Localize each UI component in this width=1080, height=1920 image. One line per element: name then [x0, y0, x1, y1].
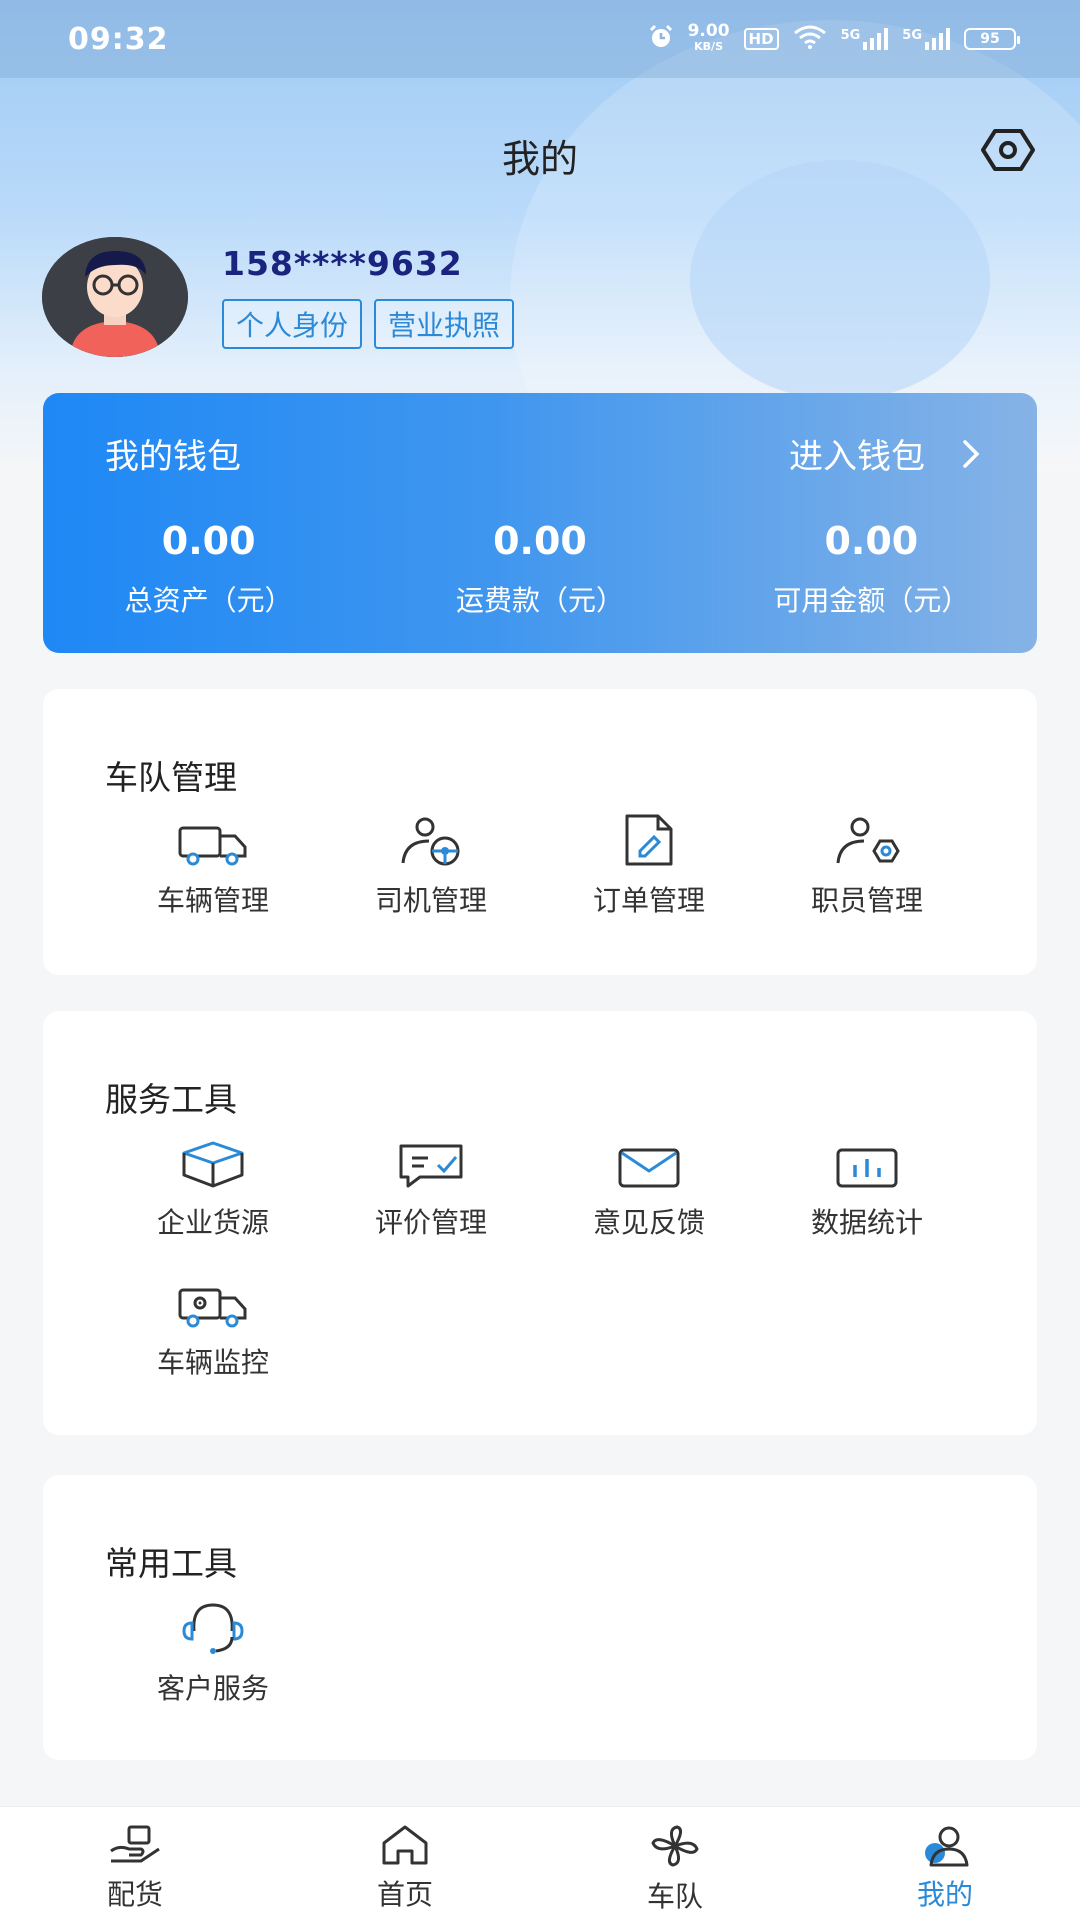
signal-2: 5G: [902, 28, 950, 50]
wallet-stat-label: 运费款（元）: [455, 584, 624, 617]
service-item-label: 车辆监控: [156, 1346, 269, 1379]
tab-label: 首页: [376, 1878, 433, 1911]
fleet-item-label: 职员管理: [810, 884, 923, 917]
truck-icon: [178, 826, 247, 866]
wallet-stat-label: 可用金额（元）: [773, 584, 970, 617]
tag-personal-identity[interactable]: 个人身份: [222, 299, 363, 349]
service-item-statistics[interactable]: 数据统计: [767, 1131, 967, 1241]
common-tools-title: 常用工具: [105, 1544, 237, 1583]
wallet-card[interactable]: 我的钱包 进入钱包 0.00 总资产（元） 0.00 运费款（元） 0.00 可…: [43, 393, 1037, 653]
settings-button[interactable]: [980, 126, 1036, 174]
avatar[interactable]: [42, 237, 188, 357]
battery-level: 95: [980, 31, 1000, 47]
tab-label: 配货: [106, 1878, 163, 1911]
wallet-stat-label: 总资产（元）: [124, 584, 293, 617]
common-item-label: 客户服务: [156, 1672, 269, 1705]
wifi-icon: [793, 25, 827, 54]
service-item-label: 意见反馈: [592, 1206, 705, 1239]
cargo-box-icon: [182, 1141, 244, 1188]
signal-bars-icon: [925, 28, 950, 50]
mail-icon: [618, 1148, 680, 1188]
chevron-right-icon: [963, 439, 980, 468]
bottom-tab-bar: 配货 首页 车队 我的: [0, 1806, 1080, 1920]
wallet-stat-total[interactable]: 0.00 总资产（元）: [43, 519, 374, 619]
common-item-customer-service[interactable]: 客户服务: [113, 1597, 313, 1707]
enter-wallet-link[interactable]: 进入钱包: [789, 429, 981, 478]
battery-icon: 95: [964, 28, 1020, 50]
fleet-item-label: 车辆管理: [156, 884, 269, 917]
wallet-stat-freight[interactable]: 0.00 运费款（元）: [374, 519, 705, 619]
signal-1: 5G: [841, 28, 889, 50]
service-tools-title: 服务工具: [105, 1080, 237, 1119]
net-speed: 9.00 KB/S: [688, 23, 730, 55]
service-tools-card: 服务工具 企业货源 评价管理 意见反馈 数据统计 车辆监控: [43, 1011, 1037, 1435]
status-time: 09:32: [68, 21, 169, 57]
signal-bars-icon: [863, 28, 889, 50]
tab-distribution[interactable]: 配货: [0, 1807, 270, 1920]
fleet-item-order[interactable]: 订单管理: [549, 809, 749, 919]
net-speed-unit: KB/S: [694, 40, 723, 53]
tab-mine[interactable]: 我的: [810, 1807, 1080, 1920]
wallet-title: 我的钱包: [105, 437, 241, 477]
service-item-label: 数据统计: [810, 1206, 923, 1239]
tab-fleet[interactable]: 车队: [540, 1807, 810, 1920]
tab-home[interactable]: 首页: [270, 1807, 540, 1920]
profile-icon: [925, 1826, 969, 1867]
wallet-stat-available[interactable]: 0.00 可用金额（元）: [706, 519, 1037, 619]
driver-icon: [401, 817, 460, 866]
fleet-item-staff[interactable]: 职员管理: [767, 809, 967, 919]
home-icon: [382, 1825, 428, 1865]
enter-wallet-label: 进入钱包: [789, 437, 925, 477]
service-item-label: 企业货源: [156, 1206, 269, 1239]
service-item-feedback[interactable]: 意见反馈: [549, 1131, 749, 1241]
fleet-management-card: 车队管理 车辆管理 司机管理 订单管理 职员管理: [43, 689, 1037, 975]
status-icons: 9.00 KB/S HD 5G 5G 95: [648, 23, 1020, 55]
network-type: 5G: [902, 28, 922, 43]
headset-icon: [182, 1603, 244, 1654]
wallet-stats: 0.00 总资产（元） 0.00 运费款（元） 0.00 可用金额（元）: [43, 519, 1037, 619]
wallet-stat-value: 0.00: [161, 519, 256, 563]
hand-box-icon: [110, 1825, 160, 1863]
bar-chart-icon: [836, 1148, 898, 1188]
wallet-stat-value: 0.00: [493, 519, 587, 563]
fleet-item-label: 司机管理: [374, 884, 487, 917]
service-item-label: 评价管理: [374, 1206, 487, 1239]
fleet-management-title: 车队管理: [105, 758, 237, 797]
pinwheel-icon: [651, 1825, 699, 1867]
review-icon: [399, 1144, 463, 1188]
wallet-stat-value: 0.00: [824, 519, 919, 563]
page-title: 我的: [501, 137, 578, 181]
truck-monitor-icon: [178, 1288, 247, 1328]
service-item-enterprise-cargo[interactable]: 企业货源: [113, 1131, 313, 1241]
fleet-item-vehicle[interactable]: 车辆管理: [113, 809, 313, 919]
common-tools-card: 常用工具 客户服务: [43, 1475, 1037, 1760]
net-speed-value: 9.00: [687, 21, 730, 41]
identity-tags: 个人身份 营业执照: [222, 299, 515, 349]
tab-label: 我的: [916, 1878, 973, 1911]
network-type: 5G: [840, 28, 861, 43]
tab-label: 车队: [646, 1880, 703, 1913]
order-document-icon: [625, 814, 673, 866]
settings-hexagon-icon: [981, 129, 1035, 171]
service-item-vehicle-monitor[interactable]: 车辆监控: [113, 1271, 313, 1381]
alarm-icon: [648, 24, 674, 55]
fleet-item-driver[interactable]: 司机管理: [331, 809, 531, 919]
tag-business-license[interactable]: 营业执照: [374, 299, 515, 349]
fleet-item-label: 订单管理: [592, 884, 705, 917]
staff-icon: [836, 817, 900, 864]
hd-badge: HD: [743, 28, 779, 50]
status-bar: 09:32 9.00 KB/S HD 5G 5G 95: [0, 0, 1080, 78]
service-item-reviews[interactable]: 评价管理: [331, 1131, 531, 1241]
decor-bubble: [690, 160, 990, 400]
user-phone: 158****9632: [222, 244, 463, 283]
